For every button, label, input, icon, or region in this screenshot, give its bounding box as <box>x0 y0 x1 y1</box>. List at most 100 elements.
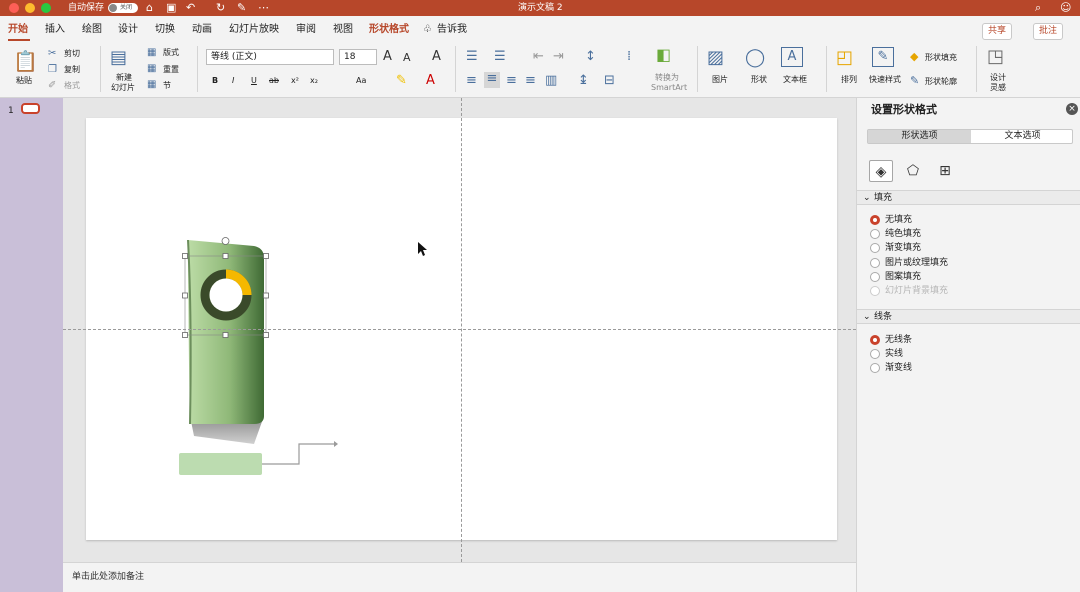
new-slide-icon[interactable]: ▤ <box>110 48 127 68</box>
paste-label[interactable]: 粘贴 <box>16 76 32 86</box>
radio[interactable] <box>870 272 880 282</box>
close-window-button[interactable] <box>9 3 19 13</box>
label-box[interactable] <box>179 453 262 475</box>
line-section-header[interactable]: ⌄ 线条 <box>857 309 1080 324</box>
cut-icon[interactable]: ✂ <box>48 47 56 61</box>
vertical-guide[interactable] <box>461 98 462 562</box>
quick-styles-icon[interactable]: ✎ <box>872 47 894 67</box>
green-tab-shape[interactable] <box>188 240 264 424</box>
shape-fill-icon[interactable]: ◆ <box>910 50 918 64</box>
shape-outline-label[interactable]: 形状轮廓 <box>925 77 957 87</box>
section-icon[interactable]: ▦ <box>147 78 156 92</box>
tab-design[interactable]: 设计 <box>118 23 138 37</box>
smartart-icon[interactable]: ◧ <box>656 47 671 63</box>
rotate-handle[interactable] <box>221 237 230 245</box>
format-painter-label[interactable]: 格式 <box>64 81 80 91</box>
comments-button[interactable]: 批注 <box>1033 23 1064 40</box>
decrease-font-icon[interactable]: A <box>403 51 411 65</box>
font-name-select[interactable]: 等线 (正文) <box>206 49 334 65</box>
bullets-icon[interactable]: ☰ <box>466 50 478 64</box>
minimize-window-button[interactable] <box>25 3 35 13</box>
format-painter-icon[interactable]: ✐ <box>48 79 56 93</box>
edit-icon[interactable]: ✎ <box>237 1 246 15</box>
distribute-icon[interactable]: ▥ <box>545 74 557 88</box>
justify-icon[interactable]: ≡ <box>525 74 536 88</box>
convert-smartart-label-2[interactable]: SmartArt <box>651 83 687 93</box>
notes-pane[interactable]: 单击此处添加备注 <box>63 562 856 592</box>
radio[interactable] <box>870 215 880 225</box>
zoom-window-button[interactable] <box>41 3 51 13</box>
copy-icon[interactable]: ❐ <box>48 63 57 77</box>
increase-indent-icon[interactable]: ⇥ <box>553 50 564 64</box>
clear-format-icon[interactable]: A <box>432 50 441 64</box>
underline-button[interactable]: U <box>251 76 257 86</box>
font-color-icon[interactable]: A <box>426 74 435 88</box>
font-size-select[interactable]: 18 <box>339 49 377 65</box>
undo-icon[interactable]: ↶ <box>186 1 195 15</box>
share-button[interactable]: 共享 <box>982 23 1013 40</box>
radio[interactable] <box>870 229 880 239</box>
tab-draw[interactable]: 绘图 <box>82 23 102 37</box>
tab-review[interactable]: 审阅 <box>296 23 316 37</box>
superscript-button[interactable]: x² <box>291 76 299 86</box>
reset-label[interactable]: 重置 <box>163 65 179 75</box>
radio[interactable] <box>870 349 880 359</box>
autosave-toggle[interactable]: 关闭 <box>108 3 138 13</box>
cut-label[interactable]: 剪切 <box>64 49 80 59</box>
new-slide-label-2[interactable]: 幻灯片 <box>111 83 135 93</box>
layout-icon[interactable]: ▦ <box>147 46 156 60</box>
arrange-label[interactable]: 排列 <box>841 75 857 85</box>
copy-label[interactable]: 复制 <box>64 65 80 75</box>
more-icon[interactable]: ⋯ <box>258 1 269 15</box>
designer-label-2[interactable]: 灵感 <box>990 83 1006 93</box>
shape-outline-icon[interactable]: ✎ <box>910 74 919 88</box>
layout-label[interactable]: 版式 <box>163 48 179 58</box>
tab-transitions[interactable]: 切换 <box>155 23 175 37</box>
fill-line-icon[interactable]: ◈ <box>869 160 893 182</box>
effects-icon[interactable]: ⬠ <box>901 160 925 182</box>
picture-icon[interactable]: ▨ <box>707 48 724 68</box>
line-spacing-icon[interactable]: ↕ <box>585 50 596 64</box>
save-icon[interactable]: ▣ <box>166 1 176 15</box>
fill-section-header[interactable]: ⌄ 填充 <box>857 190 1080 205</box>
tell-me-search[interactable]: 告诉我 <box>437 23 467 37</box>
highlight-icon[interactable]: ✎ <box>396 74 407 88</box>
redo-icon[interactable]: ↻ <box>216 1 225 15</box>
change-case-button[interactable]: Aa <box>356 76 366 86</box>
slide-thumbnail[interactable] <box>21 103 40 114</box>
tab-home[interactable]: 开始 <box>8 23 28 37</box>
align-right-icon[interactable]: ≡ <box>506 74 517 88</box>
designer-label-1[interactable]: 设计 <box>990 73 1006 83</box>
paste-icon[interactable]: 📋 <box>13 50 38 72</box>
designer-icon[interactable]: ◳ <box>987 47 1004 67</box>
reset-icon[interactable]: ▦ <box>147 62 156 76</box>
tab-shape-format[interactable]: 形状格式 <box>369 23 409 37</box>
home-icon[interactable]: ⌂ <box>146 1 153 15</box>
align-center-icon[interactable]: ≡ <box>484 72 500 88</box>
tab-slideshow[interactable]: 幻灯片放映 <box>229 23 279 37</box>
account-icon[interactable]: ☺ <box>1060 1 1071 15</box>
radio[interactable] <box>870 363 880 373</box>
quick-styles-label[interactable]: 快速样式 <box>869 75 901 85</box>
text-direction-icon[interactable]: ↨ <box>578 74 589 88</box>
bold-button[interactable]: B <box>212 76 218 86</box>
tab-shape-options[interactable]: 形状选项 <box>868 130 971 143</box>
tab-insert[interactable]: 插入 <box>45 23 65 37</box>
italic-button[interactable]: I <box>232 76 234 86</box>
numbering-icon[interactable]: ☰ <box>494 50 506 64</box>
connector-line[interactable] <box>262 443 334 465</box>
shape-icon[interactable]: ◯ <box>745 48 765 68</box>
close-icon[interactable]: × <box>1066 103 1078 115</box>
textbox-icon[interactable]: A <box>781 47 803 67</box>
search-icon[interactable]: ⌕ <box>1035 1 1041 15</box>
new-slide-label-1[interactable]: 新建 <box>116 73 132 83</box>
radio[interactable] <box>870 335 880 345</box>
subscript-button[interactable]: x₂ <box>310 76 318 86</box>
radio[interactable] <box>870 258 880 268</box>
shape-label[interactable]: 形状 <box>751 75 767 85</box>
tab-animations[interactable]: 动画 <box>192 23 212 37</box>
align-left-icon[interactable]: ≡ <box>466 74 477 88</box>
tab-view[interactable]: 视图 <box>333 23 353 37</box>
radio[interactable] <box>870 243 880 253</box>
section-label[interactable]: 节 <box>163 81 171 91</box>
